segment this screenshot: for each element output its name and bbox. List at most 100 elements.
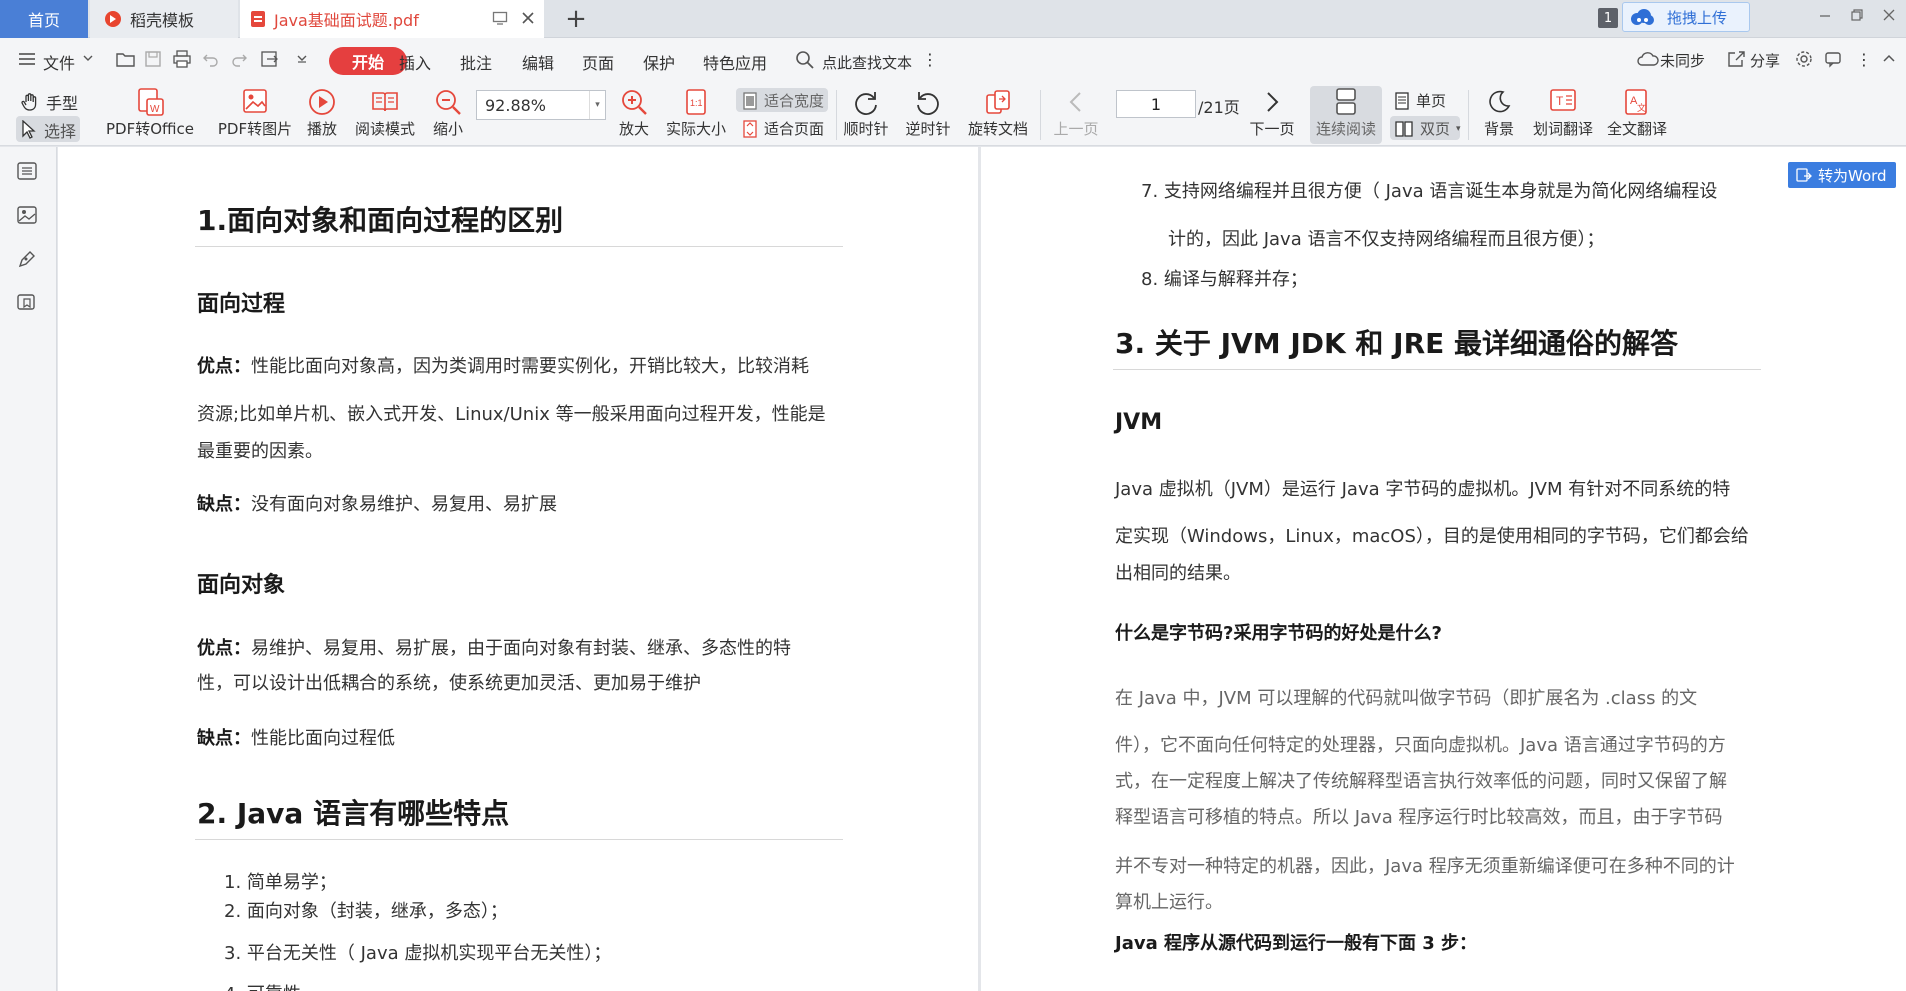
save-icon[interactable] (144, 50, 162, 68)
tab-home[interactable]: 首页 (0, 0, 88, 38)
restore-icon[interactable] (1850, 8, 1864, 22)
share-label[interactable]: 分享 (1750, 50, 1780, 71)
zoom-in-icon (619, 84, 649, 120)
minimize-icon[interactable] (1818, 8, 1832, 22)
tab-docer-templates[interactable]: 稻壳模板 (90, 0, 238, 38)
select-tool[interactable]: 选择 (20, 118, 76, 142)
outline-list-icon[interactable] (16, 161, 38, 181)
full-translate-button[interactable]: A文 全文翻译 (1604, 84, 1670, 138)
thumbnail-image-icon[interactable] (16, 205, 38, 225)
play-button[interactable]: 播放 (300, 84, 344, 138)
annotation-pen-icon[interactable] (16, 249, 38, 269)
pdf-to-image-button[interactable]: PDF转图片 (216, 84, 294, 138)
next-page-button[interactable]: 下一页 (1248, 84, 1296, 138)
pdf-file-icon (250, 10, 266, 28)
chevron-down-icon[interactable] (82, 52, 94, 64)
menu-annotate[interactable]: 批注 (460, 50, 492, 74)
new-tab-button[interactable]: + (556, 0, 596, 38)
collapse-ribbon-icon[interactable] (1882, 52, 1896, 64)
chevron-right-icon (1262, 84, 1282, 120)
reading-mode-button[interactable]: 阅读模式 (352, 84, 418, 138)
zoom-out-button[interactable]: 缩小 (430, 84, 466, 138)
menu-edit[interactable]: 编辑 (522, 50, 554, 74)
menu-insert[interactable]: 插入 (399, 50, 431, 74)
paragraph-bytecode-2: 件），它不面向任何特定的处理器，只面向虚拟机。Java 语言通过字节码的方 (1115, 735, 1726, 756)
single-page-button[interactable]: 单页 (1394, 90, 1446, 111)
comment-icon[interactable] (1824, 50, 1842, 68)
float-window-icon[interactable] (492, 10, 508, 26)
continuous-reading-button[interactable]: 连续阅读 (1312, 84, 1380, 138)
search-icon[interactable] (795, 50, 815, 70)
close-tab-icon[interactable] (520, 10, 536, 26)
pros-label: 优点： (197, 638, 251, 659)
list-item-7-line-2: 计的，因此 Java 语言不仅支持网络编程而且很方便）； (1168, 229, 1605, 250)
redo-icon[interactable] (230, 50, 248, 68)
heading-divider (1113, 369, 1761, 370)
open-folder-icon[interactable] (116, 50, 136, 68)
search-text-box[interactable]: 点此查找文本 (822, 52, 912, 73)
svg-text:1:1: 1:1 (690, 98, 703, 108)
actual-size-button[interactable]: 1:1 实际大小 (664, 84, 728, 138)
menu-page[interactable]: 页面 (582, 50, 614, 74)
cloud-sync-icon[interactable] (1637, 50, 1659, 68)
paragraph-jvm-2: 定实现（Windows，Linux，macOS），目的是使用相同的字节码，它们都… (1115, 526, 1749, 547)
paragraph-bytecode-4: 释型语言可移植的特点。所以 Java 程序运行时比较高效，而且，由于字节码 (1115, 807, 1723, 828)
pros-text-1: 性能比面向对象高，因为类调用时需要实例化，开销比较大，比较消耗 (251, 356, 809, 377)
pros2-text-1: 易维护、易复用、易扩展，由于面向对象有封装、继承、多态性的特 (251, 638, 791, 659)
prev-page-label: 上一页 (1053, 120, 1099, 138)
more-options-icon[interactable]: ⋮ (922, 50, 938, 69)
question-bytecode: 什么是字节码?采用字节码的好处是什么? (1115, 623, 1442, 644)
sync-status[interactable]: 未同步 (1660, 50, 1705, 71)
cons-label: 缺点： (197, 494, 251, 515)
background-button[interactable]: 背景 (1476, 84, 1522, 138)
subheading-procedural: 面向过程 (197, 292, 286, 317)
heading-divider (195, 246, 843, 247)
share-icon[interactable] (1727, 50, 1747, 68)
more-dropdown-icon[interactable] (296, 53, 308, 65)
menu-file[interactable]: 文件 (43, 50, 75, 74)
rotate-document-button[interactable]: 旋转文档 (966, 84, 1030, 138)
double-page-dropdown-icon[interactable]: ▾ (1456, 124, 1461, 134)
menu-special-apps[interactable]: 特色应用 (703, 50, 767, 74)
menu-start-tab[interactable]: 开始 (329, 47, 407, 75)
rotate-clockwise-button[interactable]: 顺时针 (842, 84, 890, 138)
convert-to-word-button[interactable]: 转为Word (1788, 162, 1896, 188)
single-page-label: 单页 (1416, 92, 1447, 110)
heading-java-features: 2. Java 语言有哪些特点 (197, 797, 510, 830)
zoom-dropdown-icon[interactable]: ▾ (589, 91, 605, 119)
paragraph-oo-pros-2: 性，可以设计出低耦合的系统，使系统更加灵活、更加易于维护 (197, 673, 701, 694)
pdf-to-office-button[interactable]: W PDF转Office (104, 84, 196, 138)
page-number-input[interactable]: 1 (1116, 90, 1196, 118)
rotate-counterclockwise-icon (913, 84, 943, 120)
window-close-icon[interactable] (1882, 8, 1896, 22)
zoom-in-button[interactable]: 放大 (616, 84, 652, 138)
double-page-button[interactable]: 双页 ▾ (1394, 118, 1461, 139)
paragraph-procedural-cons: 缺点：没有面向对象易维护、易复用、易扩展 (197, 490, 557, 516)
prev-page-button[interactable]: 上一页 (1052, 84, 1100, 138)
full-translate-icon: A文 (1622, 84, 1652, 120)
hand-label: 手型 (46, 94, 79, 113)
zoom-level-select[interactable]: 92.88% ▾ (476, 90, 606, 120)
drag-upload-button[interactable]: 拖拽上传 (1622, 2, 1750, 32)
convert-to-word-label: 转为Word (1818, 166, 1887, 185)
pros-label: 优点： (197, 356, 251, 377)
tab-pdf-document[interactable]: Java基础面试题.pdf (240, 0, 544, 38)
book-icon (370, 84, 400, 120)
undo-icon[interactable] (202, 50, 220, 68)
export-icon[interactable] (260, 50, 280, 68)
settings-gear-icon[interactable] (1795, 50, 1813, 68)
more-menu-icon[interactable]: ⋮ (1856, 50, 1872, 69)
fit-width-label: 适合宽度 (764, 92, 825, 110)
fit-page-icon (742, 119, 758, 138)
fit-page-button[interactable]: 适合页面 (742, 118, 824, 139)
menu-protect[interactable]: 保护 (643, 50, 675, 74)
word-translate-button[interactable]: T 划词翻译 (1530, 84, 1596, 138)
bookmark-icon[interactable] (16, 293, 38, 313)
zoom-in-label: 放大 (618, 120, 649, 138)
paragraph-java-steps: Java 程序从源代码到运行一般有下面 3 步： (1115, 933, 1478, 954)
fit-width-button[interactable]: 适合宽度 (742, 90, 824, 111)
print-icon[interactable] (172, 50, 192, 68)
hamburger-menu-icon[interactable] (18, 51, 36, 67)
rotate-counterclockwise-button[interactable]: 逆时针 (904, 84, 952, 138)
hand-tool[interactable]: 手型 (20, 90, 78, 114)
